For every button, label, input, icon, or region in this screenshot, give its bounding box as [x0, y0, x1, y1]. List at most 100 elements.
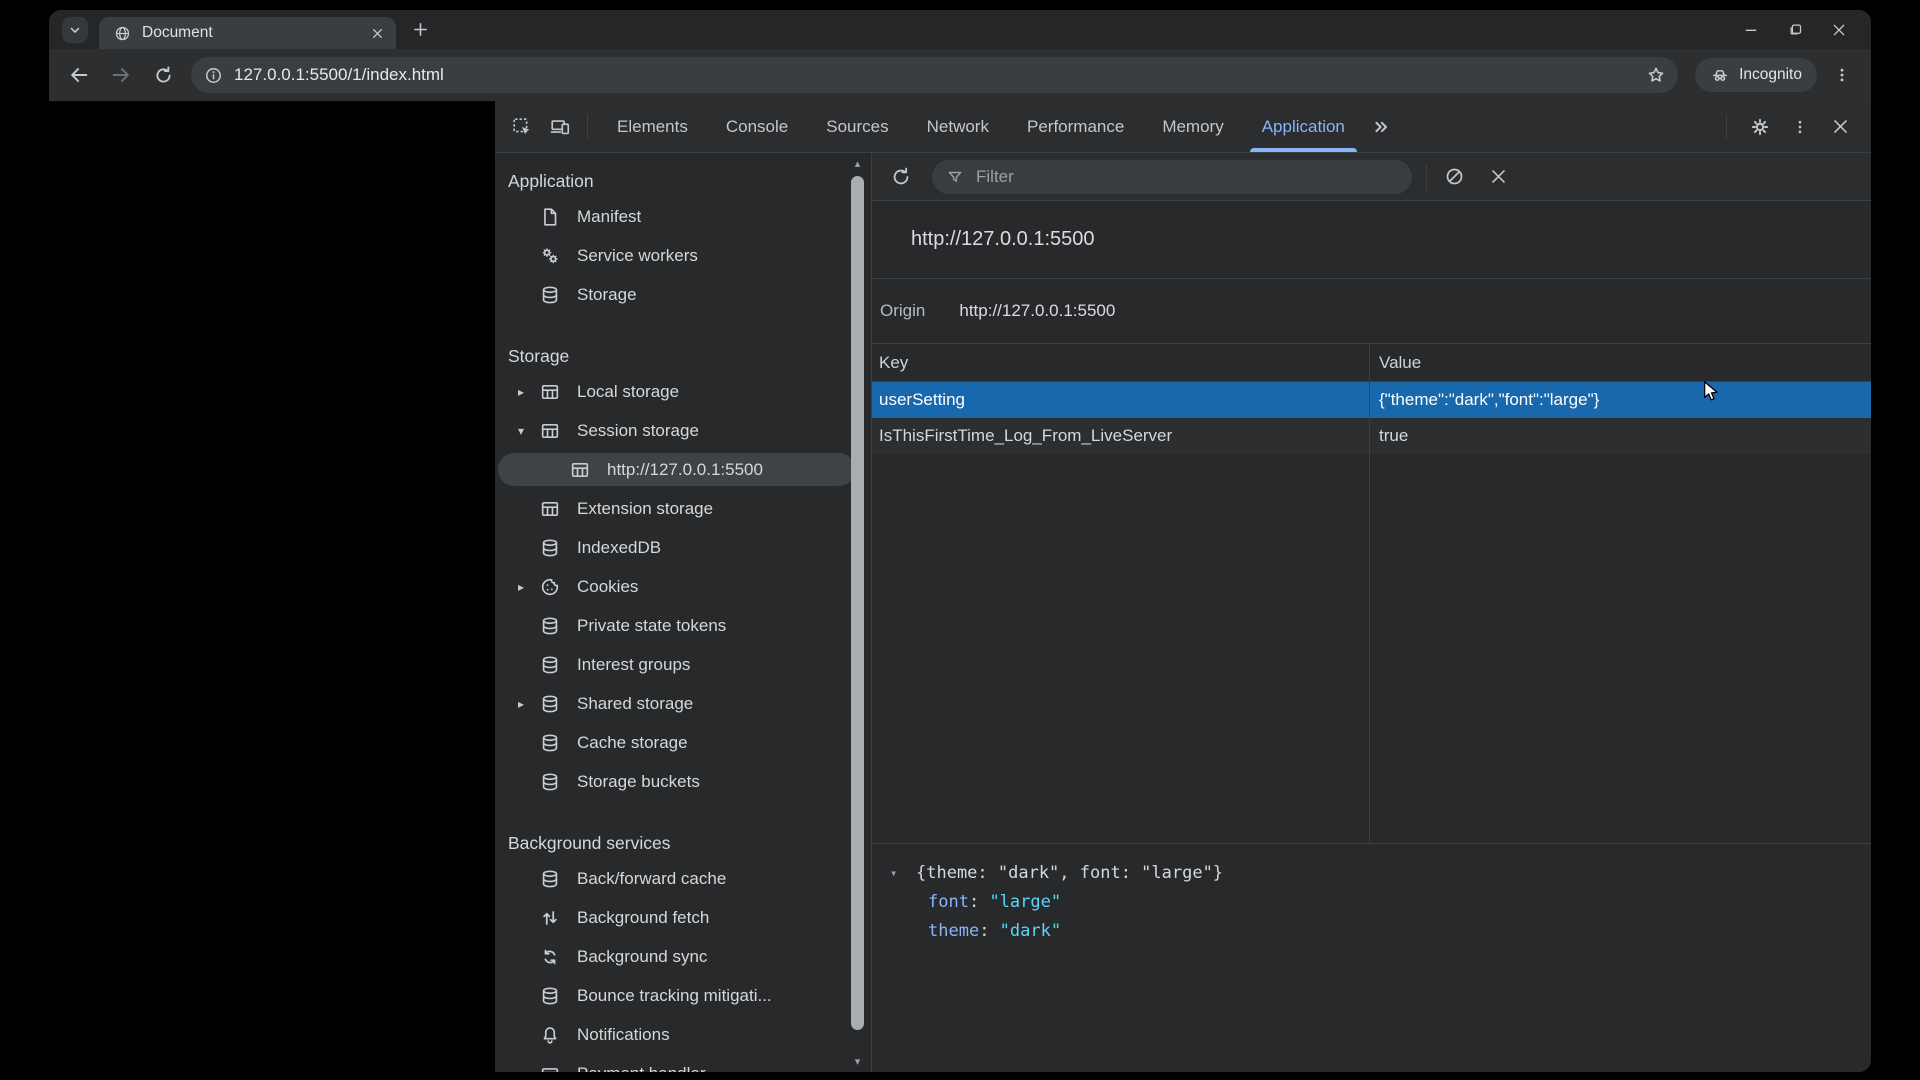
column-header-value[interactable]: Value	[1369, 344, 1871, 381]
sidebar-item-payment-handler[interactable]: Payment handler	[495, 1054, 871, 1072]
sidebar-item-cache-storage[interactable]: Cache storage	[495, 723, 871, 762]
sidebar-item-label: Manifest	[577, 206, 642, 226]
sidebar-item-label: Session storage	[577, 420, 699, 440]
sidebar-item-storage[interactable]: Storage	[495, 275, 871, 314]
sidebar-item-background-fetch[interactable]: Background fetch	[495, 898, 871, 937]
sync-icon	[538, 945, 562, 969]
fetch-icon	[538, 906, 562, 930]
preview-entry: theme: "dark"	[890, 916, 1871, 945]
sidebar-item-label: Storage	[577, 284, 637, 304]
sidebar-item-notifications[interactable]: Notifications	[495, 1015, 871, 1054]
chevron-collapsed-icon[interactable]: ▸	[509, 697, 533, 711]
minimize-button[interactable]	[1729, 10, 1773, 49]
devtools-tab-memory[interactable]: Memory	[1143, 101, 1242, 152]
device-toolbar-button[interactable]	[543, 110, 577, 144]
devtools-tab-sources[interactable]: Sources	[807, 101, 907, 152]
scroll-down-icon[interactable]: ▾	[850, 1055, 865, 1068]
sidebar-item-extension-storage[interactable]: Extension storage	[495, 489, 871, 528]
maximize-button[interactable]	[1773, 10, 1817, 49]
sidebar-item-label: Extension storage	[577, 498, 714, 518]
devtools-tab-network[interactable]: Network	[908, 101, 1008, 152]
chevron-expanded-icon[interactable]: ▾	[509, 424, 533, 438]
cell-key[interactable]: IsThisFirstTime_Log_From_LiveServer	[872, 418, 1369, 454]
more-tabs-icon	[1375, 121, 1387, 132]
cell-value[interactable]: {"theme":"dark","font":"large"}	[1369, 382, 1871, 418]
devtools-close-button[interactable]	[1823, 110, 1857, 144]
url-input[interactable]	[234, 65, 1647, 85]
tab-search-button[interactable]	[62, 16, 88, 43]
inspect-element-button[interactable]	[505, 110, 539, 144]
devtools-settings-button[interactable]	[1743, 110, 1777, 144]
devtools-body: Application Manifest Service workers Storag…	[495, 153, 1871, 1072]
globe-icon	[114, 25, 131, 42]
expand-triangle-icon[interactable]: ▾	[890, 866, 916, 880]
sidebar-item-cookies[interactable]: ▸ Cookies	[495, 567, 871, 606]
filter-input[interactable]	[976, 166, 1398, 187]
sidebar-item-bounce-tracking-mitigati[interactable]: Bounce tracking mitigati...	[495, 976, 871, 1015]
sidebar-item-private-state-tokens[interactable]: Private state tokens	[495, 606, 871, 645]
cell-key[interactable]: userSetting	[872, 382, 1369, 418]
devtools-tab-console[interactable]: Console	[707, 101, 807, 152]
grid-empty-area[interactable]	[872, 454, 1871, 843]
sidebar-item-label: Local storage	[577, 381, 680, 401]
sidebar-item-local-storage[interactable]: ▸ Local storage	[495, 372, 871, 411]
content-area: Elements Console Sources Network Performance…	[49, 101, 1871, 1072]
forward-button[interactable]	[103, 57, 139, 93]
sidebar-item-interest-groups[interactable]: Interest groups	[495, 645, 871, 684]
sidebar-item-shared-storage[interactable]: ▸ Shared storage	[495, 684, 871, 723]
sidebar-item-manifest[interactable]: Manifest	[495, 197, 871, 236]
browser-tab[interactable]: Document	[99, 17, 396, 49]
preview-separator: :	[979, 920, 1000, 941]
reload-button[interactable]	[145, 57, 181, 93]
chevron-collapsed-icon[interactable]: ▸	[509, 385, 533, 399]
filter-box[interactable]	[932, 159, 1412, 194]
address-bar[interactable]	[191, 57, 1679, 93]
sidebar-item-label: Cookies	[577, 576, 639, 596]
kebab-menu-icon	[1840, 68, 1844, 82]
file-icon	[538, 205, 562, 229]
sidebar-item-session-storage[interactable]: ▾ Session storage	[495, 411, 871, 450]
new-tab-button[interactable]	[406, 16, 434, 44]
table-icon	[538, 497, 562, 521]
sidebar-scrollbar[interactable]: ▴ ▾	[850, 155, 865, 1070]
browser-menu-button[interactable]	[1825, 58, 1859, 92]
chevron-collapsed-icon[interactable]: ▸	[509, 580, 533, 594]
window-close-button[interactable]	[1817, 10, 1861, 49]
site-info-icon[interactable]	[204, 66, 223, 85]
tab-close-button[interactable]	[366, 22, 388, 44]
devtools-menu-button[interactable]	[1783, 110, 1817, 144]
storage-view: http://127.0.0.1:5500 Origin http://127.…	[872, 153, 1871, 1072]
back-button[interactable]	[61, 57, 97, 93]
table-row[interactable]: userSetting {"theme":"dark","font":"large…	[872, 382, 1871, 418]
more-tabs-button[interactable]	[1364, 110, 1398, 144]
sidebar-item-storage-buckets[interactable]: Storage buckets	[495, 762, 871, 801]
devtools-tab-elements[interactable]: Elements	[598, 101, 707, 152]
column-header-key[interactable]: Key	[872, 344, 1369, 381]
table-row[interactable]: IsThisFirstTime_Log_From_LiveServer true	[872, 418, 1871, 454]
back-arrow-icon	[71, 68, 88, 82]
maximize-icon	[1790, 24, 1801, 35]
incognito-label: Incognito	[1739, 66, 1802, 83]
sidebar-item-indexeddb[interactable]: IndexedDB	[495, 528, 871, 567]
refresh-button[interactable]	[884, 160, 918, 194]
devtools-panel: Elements Console Sources Network Performance…	[495, 101, 1871, 1072]
sidebar-item-label: Payment handler	[577, 1064, 706, 1073]
clear-all-button[interactable]	[1437, 160, 1471, 194]
delete-selected-button[interactable]	[1481, 160, 1515, 194]
cell-value[interactable]: true	[1369, 418, 1871, 454]
table-icon	[538, 419, 562, 443]
sidebar-item-back-forward-cache[interactable]: Back/forward cache	[495, 859, 871, 898]
bookmark-star-icon[interactable]	[1646, 65, 1666, 85]
sidebar-item-service-workers[interactable]: Service workers	[495, 236, 871, 275]
sidebar-item-background-sync[interactable]: Background sync	[495, 937, 871, 976]
devtools-tab-application[interactable]: Application	[1243, 101, 1364, 152]
divider	[1426, 163, 1427, 190]
page-content	[49, 101, 495, 1072]
scroll-up-icon[interactable]: ▴	[850, 157, 865, 170]
preview-key: theme	[928, 920, 980, 941]
scrollbar-thumb[interactable]	[851, 176, 864, 1030]
column-divider[interactable]	[1369, 454, 1370, 843]
devtools-tab-performance[interactable]: Performance	[1008, 101, 1143, 152]
sidebar-item-label: Back/forward cache	[577, 868, 727, 888]
sidebar-item-http-127-0-0-1-5500[interactable]: http://127.0.0.1:5500	[495, 450, 871, 489]
